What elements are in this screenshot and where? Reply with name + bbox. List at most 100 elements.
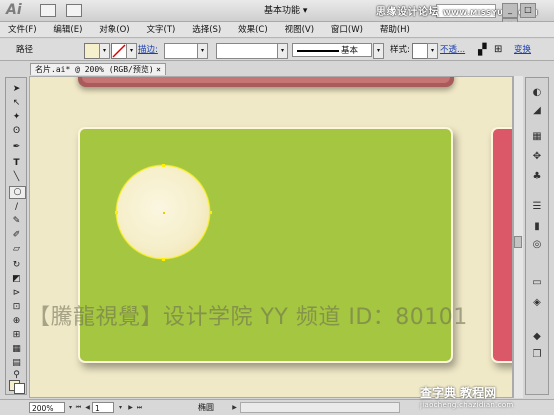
fill-dropdown[interactable]: ▾ [99, 43, 110, 59]
maximize-button[interactable]: □ [520, 3, 536, 18]
eraser-tool-icon[interactable]: ▱ [9, 244, 24, 255]
ellipse-anchor-bottom[interactable] [162, 258, 165, 261]
menu-help[interactable]: 帮助(H) [380, 22, 410, 38]
current-tool-status: 椭圆 [198, 403, 214, 412]
artboard-number-field[interactable]: 1 [92, 402, 114, 413]
transparency-panel-icon[interactable]: ◎ [530, 238, 544, 251]
stroke-preview [297, 50, 339, 52]
variable-width-arrow[interactable]: ▾ [277, 43, 288, 59]
stroke-panel-icon[interactable]: ☰ [530, 200, 544, 213]
shape-builder-tool-icon[interactable]: ⊕ [9, 316, 24, 327]
style-label: 样式: [390, 45, 410, 55]
bridge-icon[interactable] [40, 4, 56, 17]
menu-file[interactable]: 文件(F) [8, 22, 37, 38]
status-menu-arrow[interactable]: ▶ [230, 402, 239, 413]
menu-type[interactable]: 文字(T) [147, 22, 176, 38]
variable-width-dropdown[interactable] [216, 43, 278, 59]
transform-label[interactable]: 变换 [514, 43, 531, 57]
site-watermark-text: 查字典 教程网 [420, 386, 497, 400]
artboards-panel-icon[interactable]: ❐ [530, 348, 544, 361]
horizontal-scrollbar[interactable] [240, 402, 400, 413]
lasso-tool-icon[interactable]: ʘ [9, 126, 24, 137]
menu-select[interactable]: 选择(S) [192, 22, 221, 38]
site-watermark-url: jiaocheng.chazidian.com [420, 401, 514, 409]
direct-selection-tool-icon[interactable]: ↖ [9, 98, 24, 109]
brush-dropdown-arrow[interactable]: ▾ [373, 43, 384, 59]
color-guide-icon[interactable]: ◢ [530, 104, 544, 117]
title-bar: Ai 基本功能 ▾ 思缘设计论坛 WWW.MISSYUAN.COM _□✕ [0, 0, 554, 33]
stroke-label[interactable]: 描边: [138, 43, 158, 57]
minimize-button[interactable]: _ [502, 3, 518, 18]
align-icon[interactable]: ▞ [478, 43, 486, 57]
free-transform-tool-icon[interactable]: ⊡ [9, 302, 24, 313]
next-artboard-button[interactable]: ▶ [126, 402, 135, 413]
workspace-switcher[interactable]: 基本功能 ▾ [264, 4, 307, 18]
graphic-style-dropdown[interactable]: ▾ [427, 43, 438, 59]
fill-stroke-swatches[interactable] [9, 380, 25, 394]
pencil-tool-icon[interactable]: ✎ [9, 216, 24, 227]
selection-type-label: 路径 [16, 45, 34, 55]
gradient-tool-icon[interactable]: ▤ [9, 358, 24, 369]
stroke-dropdown[interactable]: ▾ [126, 43, 137, 59]
stroke-weight-input[interactable] [164, 43, 198, 59]
rotate-tool-icon[interactable]: ↻ [9, 260, 24, 271]
artboard-canvas[interactable]: 【騰龍視覺】设计学院 YY 频道 ID：80101 [29, 76, 513, 398]
canvas-watermark: 【騰龍視覺】设计学院 YY 频道 ID：80101 [29, 305, 468, 330]
brushes-panel-icon[interactable]: ✥ [530, 150, 544, 163]
stroke-weight-dropdown[interactable]: ▾ [197, 43, 208, 59]
menu-window[interactable]: 窗口(W) [331, 22, 363, 38]
ellipse-anchor-right[interactable] [209, 211, 212, 214]
type-tool-icon[interactable]: T [9, 158, 24, 169]
control-bar: 路径 ▾ ▾ 描边: ▾ ▾ 基本 ▾ 样式: ▾ 不透... ▞ ⊞ 变换 [0, 39, 554, 61]
pink-card-shape[interactable] [491, 127, 512, 363]
last-artboard-button[interactable]: ⏭ [135, 402, 144, 413]
paintbrush-tool-icon[interactable]: ∕ [9, 202, 24, 213]
no-stroke-icon [112, 44, 126, 58]
ellipse-tool-icon[interactable]: ○ [9, 186, 26, 199]
ellipse-anchor-top[interactable] [162, 164, 165, 167]
width-tool-icon[interactable]: ⊳ [9, 288, 24, 299]
arrange-documents-icon[interactable] [66, 4, 82, 17]
previous-artboard-button[interactable]: ◀ [83, 402, 92, 413]
scale-tool-icon[interactable]: ◩ [9, 274, 24, 285]
forum-watermark-text: 思缘设计论坛 [376, 7, 439, 18]
graphic-style-swatch[interactable] [412, 43, 428, 59]
artboard-dropdown-arrow[interactable]: ▾ [116, 402, 125, 413]
symbols-panel-icon[interactable]: ♣ [530, 170, 544, 183]
stroke-swatch[interactable] [111, 43, 127, 59]
first-artboard-button[interactable]: ⏮ [74, 402, 83, 413]
magic-wand-tool-icon[interactable]: ✦ [9, 112, 24, 123]
card-top-inner-shape [82, 77, 450, 83]
menu-object[interactable]: 对象(O) [99, 22, 129, 38]
ellipse-anchor-left[interactable] [115, 211, 118, 214]
opacity-label[interactable]: 不透... [440, 43, 465, 57]
mesh-tool-icon[interactable]: ▦ [9, 344, 24, 355]
color-panel-icon[interactable]: ◐ [530, 86, 544, 99]
graphic-styles-panel-icon[interactable]: ◈ [530, 296, 544, 309]
stroke-color-swatch[interactable] [14, 383, 25, 394]
vertical-scroll-thumb[interactable] [514, 236, 522, 248]
zoom-level-field[interactable]: 200% [29, 402, 65, 413]
line-tool-icon[interactable]: ╲ [9, 172, 24, 183]
site-watermark: 查字典 教程网 jiaocheng.chazidian.com [420, 384, 514, 409]
menu-effect[interactable]: 效果(C) [238, 22, 268, 38]
brush-definition-dropdown[interactable]: 基本 [292, 43, 372, 57]
document-close-icon[interactable]: × [156, 64, 161, 76]
appearance-panel-icon[interactable]: ▭ [530, 276, 544, 289]
document-title: 名片.ai* @ 200% (RGB/预览) [35, 65, 154, 74]
tools-panel: ➤ ↖ ✦ ʘ ✒ T ╲ ○ ∕ ✎ ✐ ▱ ↻ ◩ ⊳ ⊡ ⊕ ⊞ ▦ ▤ … [5, 77, 27, 395]
document-tab[interactable]: 名片.ai* @ 200% (RGB/预览) × [30, 63, 166, 75]
fill-swatch[interactable] [84, 43, 100, 59]
app-logo: Ai [6, 2, 22, 18]
swatches-panel-icon[interactable]: ▦ [530, 130, 544, 143]
menu-view[interactable]: 视图(V) [285, 22, 314, 38]
blob-brush-tool-icon[interactable]: ✐ [9, 230, 24, 241]
perspective-grid-tool-icon[interactable]: ⊞ [9, 330, 24, 341]
layers-panel-icon[interactable]: ◆ [530, 330, 544, 343]
gradient-panel-icon[interactable]: ▮ [530, 220, 544, 233]
selected-ellipse[interactable] [115, 164, 212, 261]
isolate-icon[interactable]: ⊞ [494, 43, 502, 57]
menu-edit[interactable]: 编辑(E) [53, 22, 82, 38]
selection-tool-icon[interactable]: ➤ [9, 84, 24, 95]
pen-tool-icon[interactable]: ✒ [9, 142, 24, 153]
